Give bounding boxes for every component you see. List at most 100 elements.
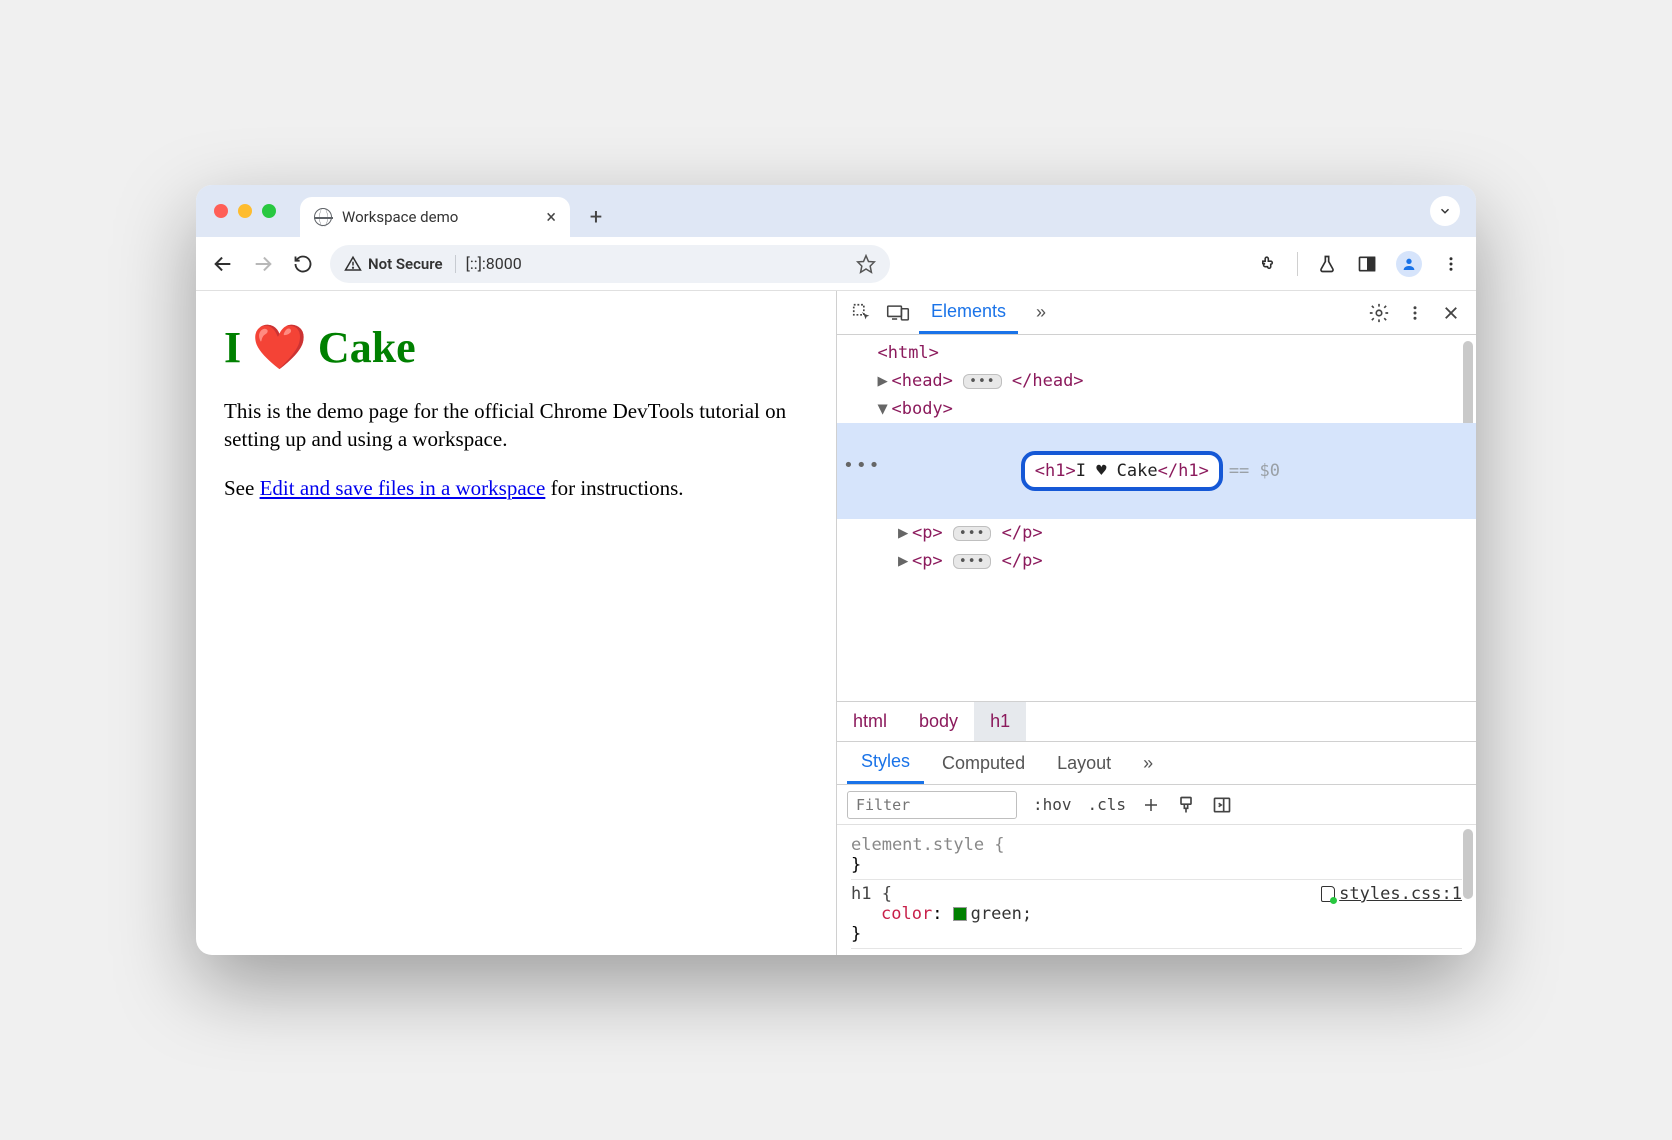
globe-icon [314, 208, 332, 226]
tab-elements[interactable]: Elements [919, 291, 1018, 334]
new-tab-button[interactable]: + [580, 201, 612, 233]
reload-icon [293, 254, 313, 274]
toggle-sidebar-button[interactable] [1212, 795, 1232, 815]
disclosure-triangle-icon[interactable]: ▼ [877, 395, 891, 423]
disclosure-triangle-icon[interactable]: ▶ [877, 367, 891, 395]
ellipsis-badge[interactable]: ••• [953, 526, 991, 541]
breadcrumb-h1[interactable]: h1 [974, 702, 1026, 741]
heading-prefix: I [224, 323, 252, 372]
tab-search-button[interactable] [1430, 196, 1460, 226]
kebab-icon [1442, 255, 1460, 273]
dom-node-html[interactable]: <html> [837, 339, 1476, 367]
disclosure-triangle-icon[interactable]: ▶ [898, 519, 912, 547]
tab-more-styles[interactable]: » [1129, 742, 1167, 784]
not-secure-label: Not Secure [368, 255, 443, 273]
close-devtools-button[interactable] [1436, 298, 1466, 328]
dom-node-p2[interactable]: ▶<p> ••• </p> [837, 547, 1476, 575]
puzzle-icon [1258, 254, 1278, 274]
close-tab-button[interactable]: × [546, 207, 556, 228]
main-split: I ❤️ Cake This is the demo page for the … [196, 291, 1476, 955]
arrow-left-icon [212, 253, 234, 275]
tab-layout[interactable]: Layout [1043, 742, 1125, 784]
p2-before: See [224, 476, 260, 500]
cls-button[interactable]: .cls [1088, 795, 1127, 814]
breadcrumb-html[interactable]: html [837, 702, 903, 741]
devtools-menu-button[interactable] [1400, 298, 1430, 328]
styles-toolbar: :hov .cls [837, 785, 1476, 825]
rule-declaration[interactable]: color: green; [851, 904, 1462, 924]
color-swatch[interactable] [953, 907, 967, 921]
maximize-window-button[interactable] [262, 204, 276, 218]
copy-styles-button[interactable] [1176, 795, 1196, 815]
back-button[interactable] [210, 251, 236, 277]
disclosure-triangle-icon[interactable]: ▶ [898, 547, 912, 575]
devices-icon [886, 302, 910, 324]
rule-h1[interactable]: styles.css:1 h1 { color: green; } [851, 880, 1462, 949]
reading-list-button[interactable] [1356, 253, 1378, 275]
plus-icon [1142, 796, 1160, 814]
tab-strip: Workspace demo × + [196, 185, 1476, 237]
brush-icon [1176, 795, 1196, 815]
ellipsis-badge[interactable]: ••• [963, 374, 1001, 389]
page-paragraph-2: See Edit and save files in a workspace f… [224, 474, 808, 502]
window-controls [214, 204, 276, 218]
warning-triangle-icon [344, 255, 362, 273]
address-bar[interactable]: Not Secure [::]:8000 [330, 245, 890, 283]
inspect-icon [851, 302, 873, 324]
tutorial-link[interactable]: Edit and save files in a workspace [260, 476, 546, 500]
source-link[interactable]: styles.css:1 [1321, 884, 1462, 904]
dom-tree[interactable]: <html> ▶<head> ••• </head> ▼<body> ••• <… [837, 335, 1476, 701]
bookmark-button[interactable] [856, 254, 876, 274]
filter-input[interactable] [847, 791, 1017, 819]
ellipsis-badge[interactable]: ••• [953, 554, 991, 569]
styles-rules[interactable]: element.style { } styles.css:1 h1 { colo… [837, 825, 1476, 955]
chrome-menu-button[interactable] [1440, 253, 1462, 275]
dom-node-body[interactable]: ▼<body> [837, 395, 1476, 423]
reload-button[interactable] [290, 251, 316, 277]
sidebar-icon [1212, 795, 1232, 815]
file-icon [1321, 886, 1335, 902]
scrollbar[interactable] [1463, 829, 1473, 899]
browser-tab[interactable]: Workspace demo × [300, 197, 570, 237]
person-icon [1401, 256, 1417, 272]
styles-pane-tabs: Styles Computed Layout » [837, 741, 1476, 785]
close-icon [1442, 304, 1460, 322]
profile-button[interactable] [1396, 251, 1422, 277]
page-paragraph-1: This is the demo page for the official C… [224, 397, 808, 454]
devtools-tabs: Elements » [837, 291, 1476, 335]
browser-window: Workspace demo × + Not Secure [::]:8000 [196, 185, 1476, 955]
rule-element-style[interactable]: element.style { } [851, 831, 1462, 880]
extensions-button[interactable] [1257, 253, 1279, 275]
dom-node-h1-selected[interactable]: ••• <h1>I ♥ Cake</h1>== $0 [837, 423, 1476, 519]
settings-button[interactable] [1364, 298, 1394, 328]
inspect-button[interactable] [847, 298, 877, 328]
close-window-button[interactable] [214, 204, 228, 218]
toolbar-right-icons [1257, 251, 1462, 277]
dom-node-p1[interactable]: ▶<p> ••• </p> [837, 519, 1476, 547]
dom-breadcrumb: html body h1 [837, 701, 1476, 741]
devtools-panel: Elements » <html> ▶<head> ••• </head> ▼<… [836, 291, 1476, 955]
experiments-button[interactable] [1316, 253, 1338, 275]
more-icon[interactable]: ••• [843, 451, 882, 481]
tab-computed[interactable]: Computed [928, 742, 1039, 784]
device-toolbar-button[interactable] [883, 298, 913, 328]
scrollbar[interactable] [1463, 341, 1473, 431]
dollar-zero-label: == $0 [1229, 461, 1280, 481]
tab-title: Workspace demo [342, 208, 458, 226]
dom-node-head[interactable]: ▶<head> ••• </head> [837, 367, 1476, 395]
hov-button[interactable]: :hov [1033, 795, 1072, 814]
star-icon [856, 254, 876, 274]
security-badge[interactable]: Not Secure [344, 255, 456, 273]
arrow-right-icon [252, 253, 274, 275]
minimize-window-button[interactable] [238, 204, 252, 218]
browser-toolbar: Not Secure [::]:8000 [196, 237, 1476, 291]
kebab-icon [1406, 304, 1424, 322]
breadcrumb-body[interactable]: body [903, 702, 974, 741]
tab-styles[interactable]: Styles [847, 742, 924, 784]
tab-more-panels[interactable]: » [1024, 291, 1058, 334]
forward-button[interactable] [250, 251, 276, 277]
source-label: styles.css:1 [1339, 884, 1462, 904]
page-heading: I ❤️ Cake [224, 321, 808, 373]
new-rule-button[interactable] [1142, 796, 1160, 814]
heading-suffix: Cake [307, 323, 416, 372]
